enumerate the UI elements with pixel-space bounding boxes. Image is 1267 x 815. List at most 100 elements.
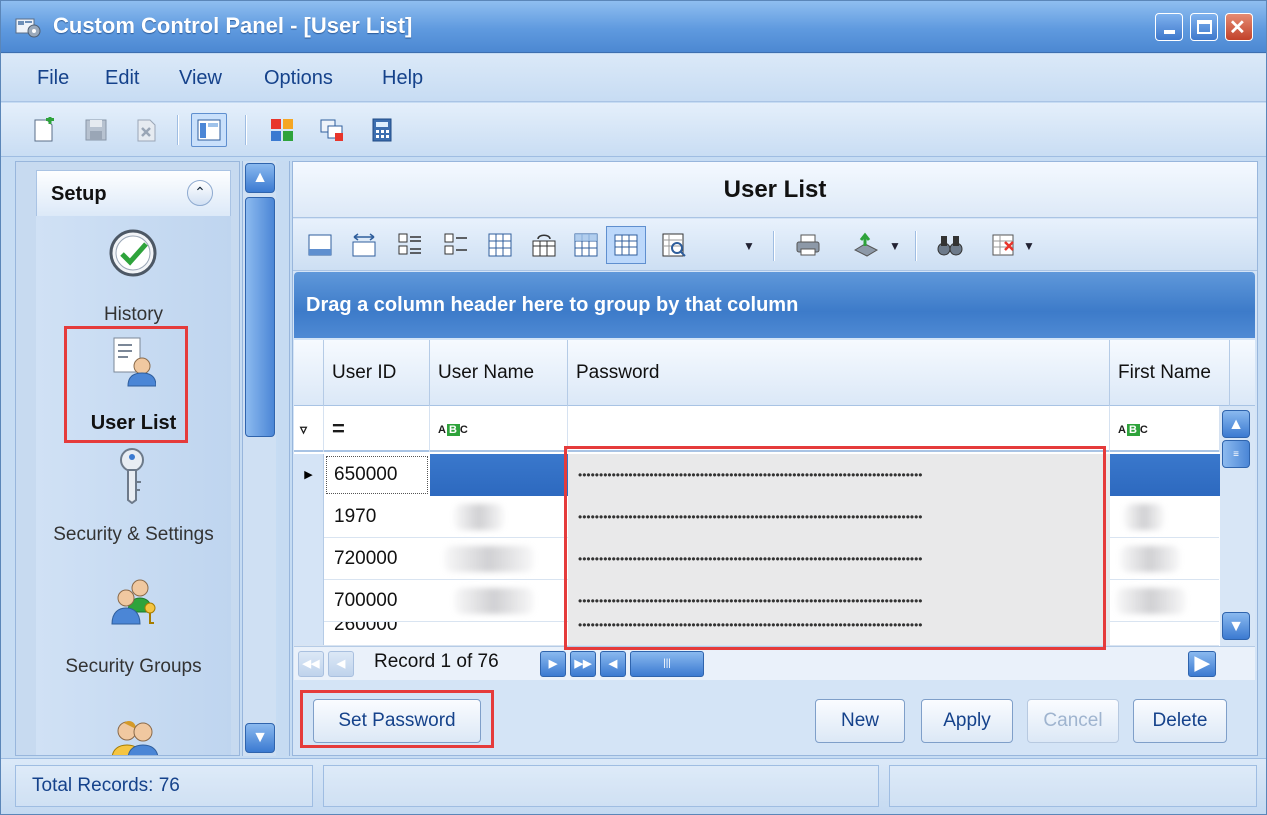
nav-item-history[interactable]: History	[36, 304, 231, 326]
scroll-down-icon[interactable]: ▼	[245, 723, 275, 753]
page-title: User List	[293, 162, 1257, 218]
row-indicator	[294, 622, 324, 645]
apply-button[interactable]: Apply	[921, 699, 1013, 743]
users-icon[interactable]	[110, 719, 160, 756]
status-panel-middle	[323, 765, 879, 807]
filter-operator-user-name[interactable]: ABC	[430, 406, 568, 452]
print-icon[interactable]	[795, 232, 821, 258]
user-group-key-icon[interactable]	[110, 578, 160, 626]
collapse-all-icon[interactable]	[443, 232, 469, 258]
grid-view-icon[interactable]	[613, 232, 639, 258]
minimize-button[interactable]	[1155, 13, 1183, 41]
cell-user-name[interactable]	[430, 454, 568, 496]
menu-bar: File Edit View Options Help	[1, 54, 1266, 102]
filter-operator-user-id[interactable]: =	[324, 406, 430, 452]
grid-lines-icon[interactable]	[487, 232, 513, 258]
cancel-button[interactable]: Cancel	[1027, 699, 1119, 743]
menu-help[interactable]: Help	[382, 67, 423, 90]
cell-user-id[interactable]: 260000	[324, 622, 430, 645]
row-indicator-header	[294, 340, 324, 406]
redacted-first-name	[1120, 546, 1180, 572]
scroll-right-icon[interactable]: ▶	[1188, 651, 1216, 677]
close-button[interactable]: ✕	[1225, 13, 1253, 41]
menu-view[interactable]: View	[179, 67, 222, 90]
column-header-user-name[interactable]: User Name	[430, 340, 568, 406]
save-icon[interactable]	[83, 117, 109, 143]
menu-options[interactable]: Options	[264, 67, 333, 90]
preview-icon[interactable]	[661, 232, 687, 258]
column-header-user-id[interactable]: User ID	[324, 340, 430, 406]
close-icon: ✕	[1229, 17, 1246, 39]
new-button[interactable]: New	[815, 699, 905, 743]
filter-operator-first-name[interactable]: ABC	[1110, 406, 1220, 452]
menu-file[interactable]: File	[37, 67, 69, 90]
scroll-left-icon[interactable]: ◀	[600, 651, 626, 677]
chevron-down-icon[interactable]: ▼	[889, 239, 901, 253]
app-window: Custom Control Panel - [User List] ✕ Fil…	[0, 0, 1267, 815]
column-chooser-icon[interactable]	[991, 232, 1017, 258]
row-indicator-icon: ▶	[294, 454, 324, 496]
clock-check-icon[interactable]	[108, 228, 158, 278]
collapse-icon[interactable]: ⌃	[187, 180, 213, 206]
horizontal-scroll-thumb[interactable]: |||	[630, 651, 704, 677]
group-by-panel[interactable]: Drag a column header here to group by th…	[294, 272, 1255, 338]
user-list-highlight	[64, 326, 188, 443]
status-bar: Total Records: 76	[1, 758, 1266, 814]
first-record-icon[interactable]: ◀◀	[298, 651, 324, 677]
delete-icon[interactable]	[133, 117, 159, 143]
calculator-icon[interactable]	[369, 117, 395, 143]
group-title: Setup	[51, 183, 107, 205]
cell-user-id[interactable]: 650000	[324, 454, 430, 496]
color-palette-icon[interactable]	[269, 117, 295, 143]
maximize-button[interactable]	[1190, 13, 1218, 41]
grid-toolbar: ▼ ▼ ▼	[293, 219, 1257, 271]
new-icon[interactable]	[31, 117, 57, 143]
table-icon[interactable]	[573, 232, 599, 258]
expand-all-icon[interactable]	[397, 232, 423, 258]
column-header-first-name[interactable]: First Name	[1110, 340, 1230, 406]
nav-item-security-groups[interactable]: Security Groups	[36, 654, 231, 679]
toolbar-separator	[245, 115, 247, 145]
layout-icon[interactable]	[196, 117, 222, 143]
cell-first-name[interactable]	[1110, 454, 1220, 496]
cell-user-id[interactable]: 700000	[324, 580, 430, 622]
row-indicator	[294, 538, 324, 580]
menu-edit[interactable]: Edit	[105, 67, 139, 90]
toolbar-separator	[915, 231, 917, 261]
setup-group-header[interactable]: Setup ⌃	[36, 170, 231, 216]
key-icon[interactable]	[116, 448, 148, 504]
previous-record-icon[interactable]: ◀	[328, 651, 354, 677]
export-icon[interactable]	[853, 232, 879, 258]
grid-header-icon[interactable]	[531, 232, 557, 258]
pane-splitter[interactable]	[278, 161, 290, 756]
cell-user-id[interactable]: 1970	[324, 496, 430, 538]
chevron-down-icon[interactable]: ▼	[743, 239, 755, 253]
nav-scrollbar[interactable]: ▲ ▼	[242, 161, 276, 756]
find-icon[interactable]	[937, 232, 963, 258]
chevron-down-icon[interactable]: ▼	[1023, 239, 1035, 253]
grid-footer-icon[interactable]	[307, 232, 333, 258]
window-icon[interactable]	[319, 117, 345, 143]
scroll-thumb[interactable]	[245, 197, 275, 437]
redacted-user-name	[454, 504, 504, 530]
navigation-pane: Setup ⌃ History User List Security & Set…	[15, 161, 240, 756]
text-filter-icon: ABC	[1118, 424, 1149, 436]
column-autowidth-icon[interactable]	[351, 232, 377, 258]
next-record-icon[interactable]: ▶	[540, 651, 566, 677]
delete-button[interactable]: Delete	[1133, 699, 1227, 743]
grid-vertical-scrollbar[interactable]: ▲ ≡ ▼	[1220, 406, 1255, 646]
column-header-password[interactable]: Password	[568, 340, 1110, 406]
status-total-records: Total Records: 76	[15, 765, 313, 807]
scroll-up-icon[interactable]: ▲	[245, 163, 275, 193]
filter-icon[interactable]: ▿	[294, 406, 324, 452]
nav-item-security-settings[interactable]: Security & Settings	[36, 522, 231, 547]
last-record-icon[interactable]: ▶▶	[570, 651, 596, 677]
scroll-thumb[interactable]: ≡	[1222, 440, 1250, 468]
set-password-highlight	[300, 690, 494, 748]
grid-header: User ID User Name Password First Name	[294, 340, 1255, 406]
scroll-up-icon[interactable]: ▲	[1222, 410, 1250, 438]
title-bar[interactable]: Custom Control Panel - [User List] ✕	[1, 1, 1266, 53]
maximize-icon	[1197, 20, 1212, 34]
scroll-down-icon[interactable]: ▼	[1222, 612, 1250, 640]
cell-user-id[interactable]: 720000	[324, 538, 430, 580]
